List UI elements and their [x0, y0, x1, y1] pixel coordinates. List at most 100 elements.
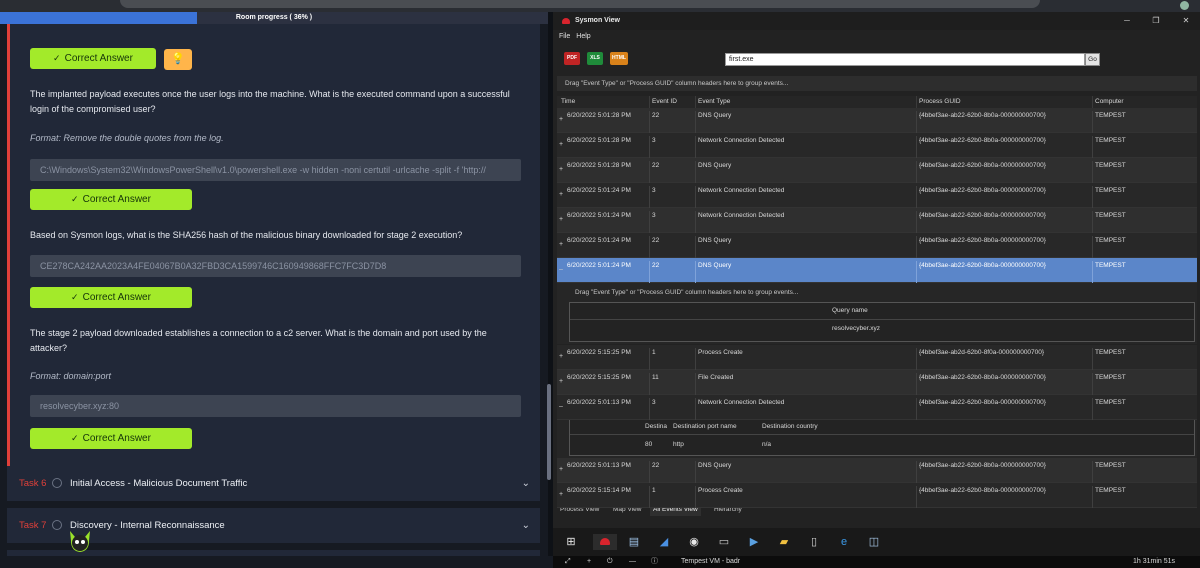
expand-icon[interactable]: + [559, 166, 563, 173]
sysmon-taskbar-icon[interactable] [593, 534, 617, 550]
sheet-app-icon[interactable]: ◢ [656, 534, 672, 550]
network-tool-icon[interactable]: ◫ [866, 534, 882, 550]
window-app-icon[interactable]: ▤ [626, 534, 642, 550]
powershell-icon[interactable]: ▶ [746, 534, 762, 550]
html-export-icon[interactable]: HTML [610, 52, 628, 65]
col-event-id[interactable]: Event ID [649, 96, 677, 108]
detail-table: Query name resolvecyber.xyz [569, 302, 1195, 342]
expand-icon[interactable]: + [559, 191, 563, 198]
pdf-export-icon[interactable]: PDF [564, 52, 580, 65]
expand-icon[interactable]: + [559, 216, 563, 223]
cell-type: File Created [695, 373, 913, 395]
correct-answer-button[interactable]: ✓ Correct Answer [30, 48, 156, 69]
cell-id: 11 [649, 373, 693, 395]
cell-id: 3 [649, 211, 693, 233]
event-row[interactable]: +6/20/2022 5:15:14 PM 1 Process Create {4bb… [557, 483, 1197, 508]
detail-header: Destination port name [673, 423, 737, 430]
status-circle-icon [52, 478, 62, 488]
detail-header: Destination country [762, 423, 818, 430]
cell-type: Network Connection Detected [695, 211, 913, 233]
left-bottom-fill [0, 556, 553, 568]
task-6-row[interactable]: Task 6 Initial Access - Malicious Docume… [7, 466, 540, 501]
expand-icon[interactable]: + [559, 241, 563, 248]
collapse-icon[interactable]: – [559, 403, 563, 410]
detail-value: http [673, 441, 684, 448]
event-row[interactable]: +6/20/2022 5:01:13 PM 22 DNS Query {4bbef3a… [557, 458, 1197, 483]
cell-time: 6/20/2022 5:01:28 PM [567, 137, 631, 144]
document-icon[interactable]: ▯ [806, 534, 822, 550]
plus-icon[interactable]: + [587, 556, 591, 568]
browser-icon[interactable]: ◉ [686, 534, 702, 550]
answer-2-field[interactable]: CE278CA242AA2023A4FE04067B0A32FBD3CA1599… [30, 255, 521, 277]
event-row[interactable]: +6/20/2022 5:01:28 PM 22 DNS Query {4bbef3a… [557, 158, 1197, 183]
expand-icon[interactable]: + [559, 141, 563, 148]
taskbar: ⊞ ▤ ◢ ◉ ▭ ▶ ▰ ▯ e ◫ [553, 528, 1200, 556]
event-row[interactable]: –6/20/2022 5:01:13 PM 3 Network Connection… [557, 395, 1197, 420]
correct-answer-label: Correct Answer [82, 433, 151, 444]
go-button[interactable]: Go [1085, 53, 1100, 66]
event-row[interactable]: +6/20/2022 5:01:28 PM 22 DNS Query {4bbef3a… [557, 108, 1197, 133]
minimize-icon[interactable]: ─ [1120, 12, 1134, 30]
cell-id: 1 [649, 486, 693, 508]
expand-icon[interactable]: + [559, 353, 563, 360]
event-row[interactable]: +6/20/2022 5:01:24 PM 3 Network Connection… [557, 183, 1197, 208]
answer-1-field[interactable]: C:\Windows\System32\WindowsPowerShell\v1… [30, 159, 521, 181]
col-computer[interactable]: Computer [1092, 96, 1124, 108]
cell-time: 6/20/2022 5:01:24 PM [567, 212, 631, 219]
col-event-type[interactable]: Event Type [695, 96, 730, 108]
collapse-icon[interactable]: – [559, 266, 563, 273]
event-row[interactable]: –6/20/2022 5:01:24 PM 22 DNS Query {4bbef3a… [557, 258, 1197, 283]
cell-guid: {4bbef3ae-ab22-62b0-8b0a-000000000700} [916, 136, 1090, 158]
col-process-guid[interactable]: Process GUID [916, 96, 961, 108]
cell-id: 22 [649, 111, 693, 133]
group-by-area[interactable]: Drag "Event Type" or "Process GUID" colu… [557, 76, 1197, 91]
expand-icon[interactable]: + [559, 466, 563, 473]
close-icon[interactable]: ✕ [1179, 12, 1193, 30]
power-icon[interactable]: ⏻ [607, 556, 613, 568]
cell-computer: TEMPEST [1092, 136, 1192, 158]
status-dot [1180, 1, 1189, 10]
info-icon[interactable]: ⓘ [651, 556, 658, 568]
correct-answer-button[interactable]: ✓ Correct Answer [30, 189, 192, 210]
event-row[interactable]: +6/20/2022 5:01:24 PM 22 DNS Query {4bbef3a… [557, 233, 1197, 258]
cell-time: 6/20/2022 5:01:28 PM [567, 162, 631, 169]
windows-start-icon[interactable]: ⊞ [563, 534, 579, 550]
col-time[interactable]: Time [559, 96, 575, 108]
question-1-format: Format: Remove the double quotes from th… [30, 133, 224, 143]
status-circle-icon [52, 520, 62, 530]
cell-time: 6/20/2022 5:01:13 PM [567, 462, 631, 469]
correct-answer-button[interactable]: ✓ Correct Answer [30, 287, 192, 308]
hint-button[interactable]: 💡 [164, 49, 192, 70]
cell-guid: {4bbef3ae-ab2d-62b0-8f0a-000000000700} [916, 348, 1090, 370]
menu-file[interactable]: File [559, 33, 570, 40]
excel-export-icon[interactable]: XLS [587, 52, 603, 65]
event-row[interactable]: +6/20/2022 5:01:24 PM 3 Network Connection… [557, 208, 1197, 233]
menu-help[interactable]: Help [576, 33, 590, 40]
cell-computer: TEMPEST [1092, 398, 1192, 420]
event-row[interactable]: +6/20/2022 5:15:25 PM 1 Process Create {4bb… [557, 345, 1197, 370]
room-progress-label: Room progress ( 36% ) [235, 14, 313, 21]
expand-icon[interactable]: ⤢ [565, 556, 571, 568]
cell-computer: TEMPEST [1092, 373, 1192, 395]
check-icon: ✓ [71, 433, 79, 443]
cell-guid: {4bbef3ae-ab22-62b0-8b0a-000000000700} [916, 186, 1090, 208]
scrollbar[interactable] [547, 384, 551, 480]
room-progress-bar: Room progress ( 36% ) [0, 12, 548, 24]
correct-answer-button[interactable]: ✓ Correct Answer [30, 428, 192, 449]
maximize-icon[interactable]: ❐ [1149, 12, 1163, 30]
cell-guid: {4bbef3ae-ab22-62b0-8b0a-000000000700} [916, 373, 1090, 395]
terminal-icon[interactable]: ▭ [716, 534, 732, 550]
cell-id: 22 [649, 461, 693, 483]
expand-icon[interactable]: + [559, 116, 563, 123]
event-row[interactable]: +6/20/2022 5:15:25 PM 11 File Created {4bbe… [557, 370, 1197, 395]
answer-3-field[interactable]: resolvecyber.xyz:80 [30, 395, 521, 417]
folder-icon[interactable]: ▰ [776, 534, 792, 550]
expand-icon[interactable]: + [559, 378, 563, 385]
check-icon: ✓ [71, 292, 79, 302]
event-row[interactable]: +6/20/2022 5:01:28 PM 3 Network Connection… [557, 133, 1197, 158]
search-input[interactable]: first.exe [725, 53, 1085, 66]
cell-id: 3 [649, 186, 693, 208]
tab-strip [120, 0, 1040, 8]
internet-explorer-icon[interactable]: e [836, 534, 852, 550]
expand-icon[interactable]: + [559, 491, 563, 498]
